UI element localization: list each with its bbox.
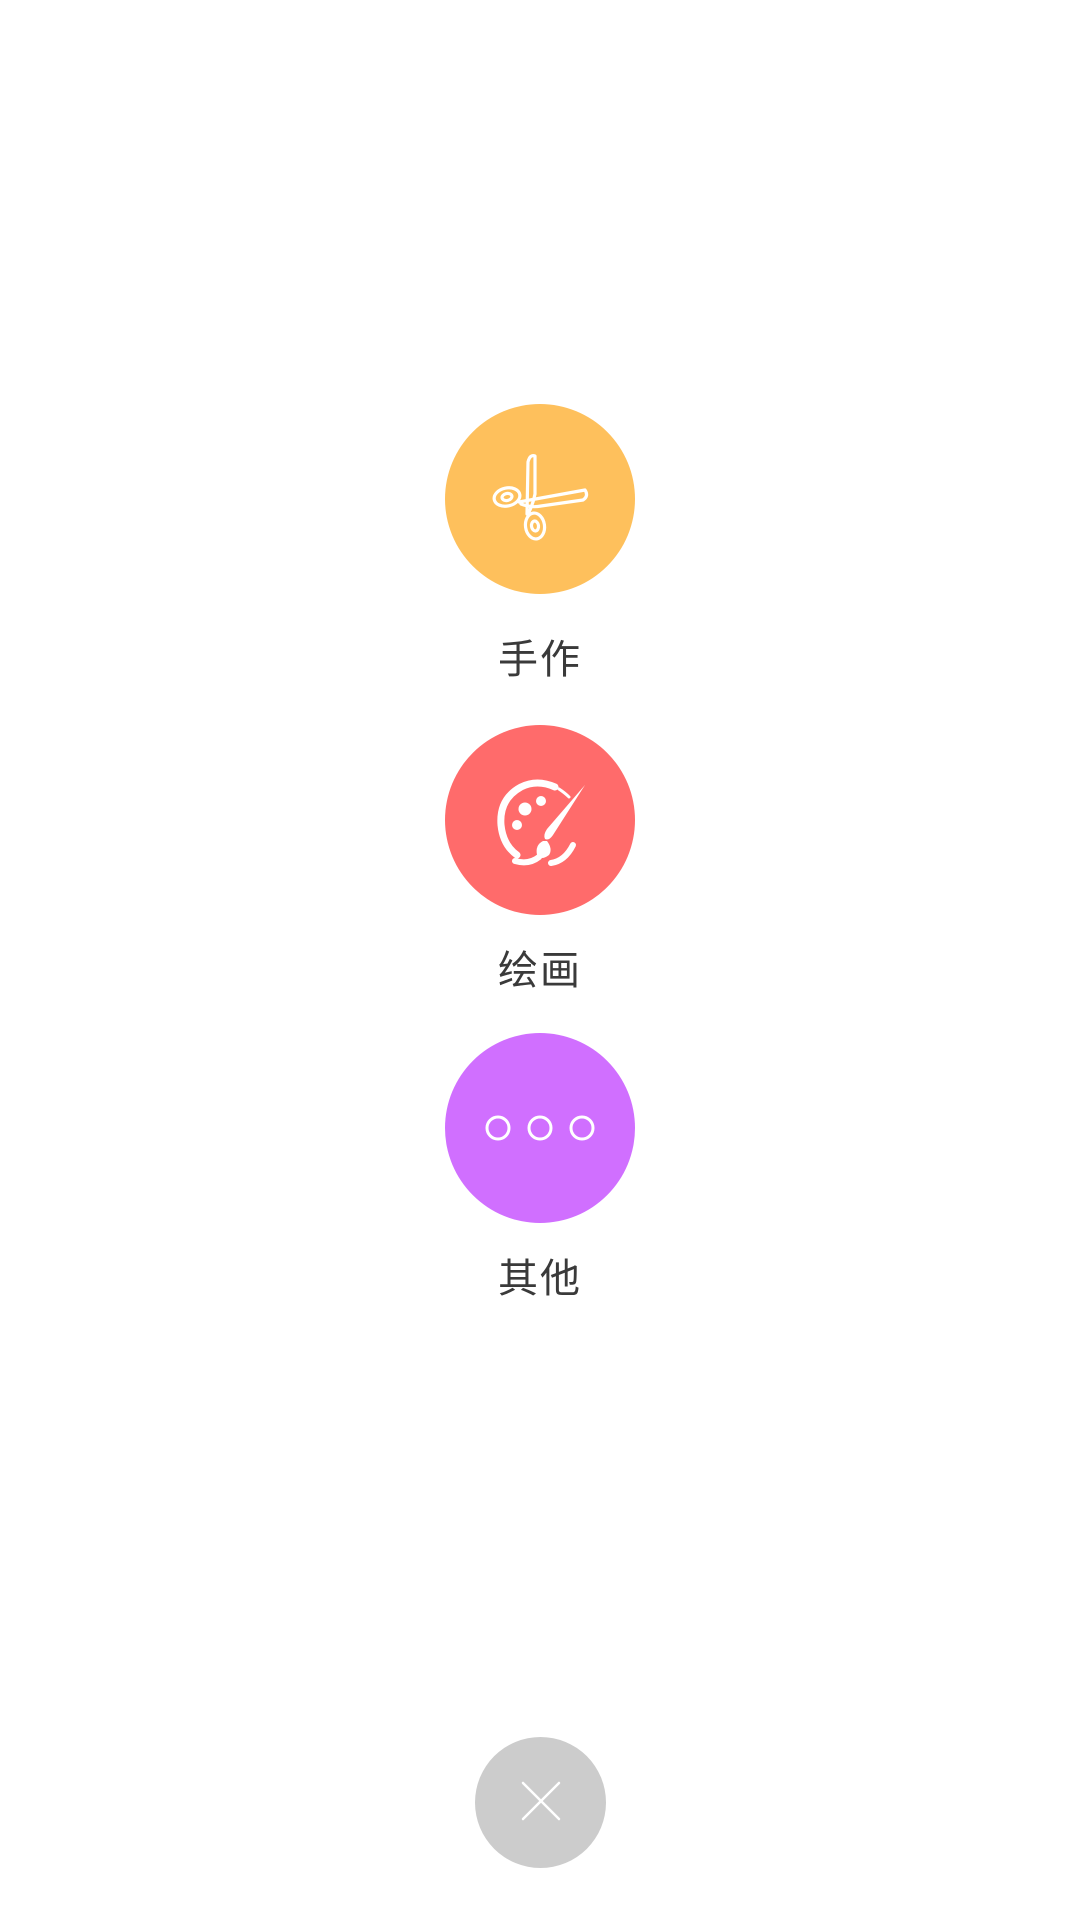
close-button[interactable] xyxy=(475,1737,606,1868)
handcraft-button[interactable] xyxy=(445,404,635,594)
handcraft-label: 手作 xyxy=(498,637,582,683)
category-picker-screen: 手作 绘画 其他 xyxy=(0,0,1080,1920)
other-label: 其他 xyxy=(498,1256,582,1302)
option-painting[interactable]: 绘画 xyxy=(0,725,1080,991)
option-handcraft[interactable]: 手作 xyxy=(0,404,1080,680)
scissors-icon xyxy=(485,444,595,554)
close-icon xyxy=(519,1779,563,1827)
palette-icon xyxy=(485,765,595,875)
more-icon xyxy=(480,1108,600,1148)
painting-button[interactable] xyxy=(445,725,635,915)
other-button[interactable] xyxy=(445,1033,635,1223)
option-other[interactable]: 其他 xyxy=(0,1033,1080,1299)
painting-label: 绘画 xyxy=(498,948,582,994)
